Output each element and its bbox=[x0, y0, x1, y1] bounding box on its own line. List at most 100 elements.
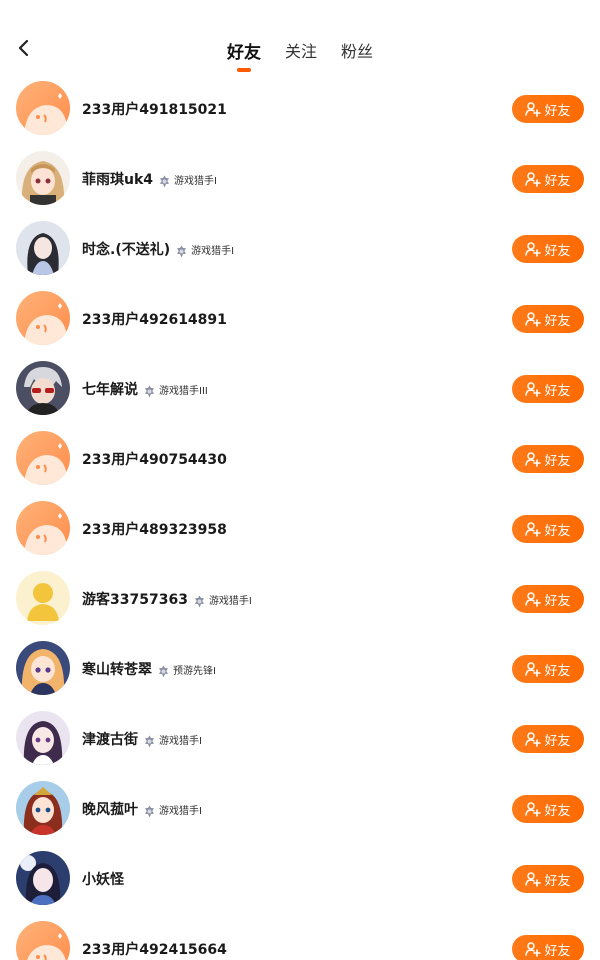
add-user-icon bbox=[525, 451, 542, 467]
add-user-icon bbox=[525, 101, 542, 117]
avatar[interactable] bbox=[16, 151, 70, 205]
user-info: 233用户489323958 bbox=[82, 494, 227, 564]
add-friend-label: 好友 bbox=[544, 733, 571, 749]
friend-row[interactable]: 时念.(不送礼) 游戏猎手I 好友 bbox=[0, 214, 600, 284]
header: 好友 关注 粉丝 bbox=[0, 24, 600, 76]
add-user-icon bbox=[525, 941, 542, 957]
tab-bar: 好友 关注 粉丝 bbox=[0, 24, 600, 76]
add-friend-label: 好友 bbox=[544, 313, 571, 329]
avatar[interactable] bbox=[16, 81, 70, 135]
tab-friends[interactable]: 好友 bbox=[215, 24, 273, 76]
user-name[interactable]: 小妖怪 bbox=[82, 869, 124, 889]
active-tab-indicator bbox=[236, 68, 251, 72]
badge-icon bbox=[157, 663, 170, 677]
level-badge: 游戏猎手I bbox=[143, 802, 202, 817]
avatar[interactable] bbox=[16, 921, 70, 960]
avatar[interactable] bbox=[16, 361, 70, 415]
add-friend-label: 好友 bbox=[544, 803, 571, 819]
add-user-icon bbox=[525, 381, 542, 397]
avatar[interactable] bbox=[16, 641, 70, 695]
add-friend-button[interactable]: 好友 bbox=[512, 305, 584, 333]
tab-fans[interactable]: 粉丝 bbox=[329, 24, 385, 76]
add-friend-button[interactable]: 好友 bbox=[512, 655, 584, 683]
friend-row[interactable]: 233用户491815021 好友 bbox=[0, 74, 600, 144]
tab-following[interactable]: 关注 bbox=[273, 24, 329, 76]
user-name[interactable]: 233用户492614891 bbox=[82, 309, 227, 329]
badge-icon bbox=[175, 243, 188, 257]
add-user-icon bbox=[525, 241, 542, 257]
avatar[interactable] bbox=[16, 431, 70, 485]
user-name[interactable]: 时念.(不送礼) bbox=[82, 239, 170, 259]
friend-row[interactable]: 233用户489323958 好友 bbox=[0, 494, 600, 564]
avatar[interactable] bbox=[16, 711, 70, 765]
add-friend-button[interactable]: 好友 bbox=[512, 865, 584, 893]
avatar[interactable] bbox=[16, 781, 70, 835]
user-info: 津渡古街 游戏猎手I bbox=[82, 704, 202, 774]
user-info: 寒山转苍翠 预游先锋I bbox=[82, 634, 216, 704]
avatar[interactable] bbox=[16, 501, 70, 555]
user-info: 晚风菰叶 游戏猎手I bbox=[82, 774, 202, 844]
user-name[interactable]: 七年解说 bbox=[82, 379, 138, 399]
friend-row[interactable]: 菲雨琪uk4 游戏猎手I 好友 bbox=[0, 144, 600, 214]
add-friend-button[interactable]: 好友 bbox=[512, 375, 584, 403]
user-info: 七年解说 游戏猎手III bbox=[82, 354, 208, 424]
avatar[interactable] bbox=[16, 851, 70, 905]
user-name[interactable]: 233用户492415664 bbox=[82, 939, 227, 959]
user-name[interactable]: 寒山转苍翠 bbox=[82, 659, 152, 679]
add-friend-button[interactable]: 好友 bbox=[512, 795, 584, 823]
badge-icon bbox=[193, 593, 206, 607]
badge-text: 游戏猎手III bbox=[159, 385, 208, 397]
add-friend-button[interactable]: 好友 bbox=[512, 165, 584, 193]
tab-fans-label: 粉丝 bbox=[341, 42, 374, 61]
add-friend-button[interactable]: 好友 bbox=[512, 585, 584, 613]
user-name[interactable]: 菲雨琪uk4 bbox=[82, 169, 153, 189]
badge-text: 游戏猎手I bbox=[159, 735, 202, 747]
user-name[interactable]: 晚风菰叶 bbox=[82, 799, 138, 819]
friend-row[interactable]: 游客33757363 游戏猎手I 好友 bbox=[0, 564, 600, 634]
user-name[interactable]: 津渡古街 bbox=[82, 729, 138, 749]
add-friend-button[interactable]: 好友 bbox=[512, 95, 584, 123]
level-badge: 预游先锋I bbox=[157, 662, 216, 677]
user-name[interactable]: 233用户489323958 bbox=[82, 519, 227, 539]
friend-row[interactable]: 晚风菰叶 游戏猎手I 好友 bbox=[0, 774, 600, 844]
friend-row[interactable]: 233用户490754430 好友 bbox=[0, 424, 600, 494]
add-friend-label: 好友 bbox=[544, 103, 571, 119]
back-button[interactable] bbox=[10, 34, 38, 62]
tab-friends-label: 好友 bbox=[226, 42, 261, 63]
add-friend-label: 好友 bbox=[544, 593, 571, 609]
user-name[interactable]: 游客33757363 bbox=[82, 589, 188, 609]
add-friend-label: 好友 bbox=[544, 663, 571, 679]
status-bar bbox=[0, 0, 600, 24]
avatar[interactable] bbox=[16, 291, 70, 345]
add-friend-button[interactable]: 好友 bbox=[512, 725, 584, 753]
friend-row[interactable]: 小妖怪 好友 bbox=[0, 844, 600, 914]
friend-row[interactable]: 233用户492614891 好友 bbox=[0, 284, 600, 354]
add-friend-label: 好友 bbox=[544, 453, 571, 469]
friend-row[interactable]: 七年解说 游戏猎手III 好友 bbox=[0, 354, 600, 424]
add-friend-button[interactable]: 好友 bbox=[512, 445, 584, 473]
add-friend-label: 好友 bbox=[544, 243, 571, 259]
friend-list: 233用户491815021 好友 菲雨琪uk4 游戏猎手I 好友 时念.(不送礼) 游戏猎… bbox=[0, 74, 600, 960]
add-user-icon bbox=[525, 871, 542, 887]
user-name[interactable]: 233用户491815021 bbox=[82, 99, 227, 119]
add-friend-button[interactable]: 好友 bbox=[512, 515, 584, 543]
avatar[interactable] bbox=[16, 571, 70, 625]
friend-row[interactable]: 津渡古街 游戏猎手I 好友 bbox=[0, 704, 600, 774]
add-friend-button[interactable]: 好友 bbox=[512, 935, 584, 960]
badge-icon bbox=[158, 173, 171, 187]
avatar[interactable] bbox=[16, 221, 70, 275]
badge-icon bbox=[143, 803, 156, 817]
user-info: 233用户491815021 bbox=[82, 74, 227, 144]
badge-text: 游戏猎手I bbox=[191, 245, 235, 257]
friend-row[interactable]: 寒山转苍翠 预游先锋I 好友 bbox=[0, 634, 600, 704]
add-user-icon bbox=[525, 731, 542, 747]
user-info: 菲雨琪uk4 游戏猎手I bbox=[82, 144, 217, 214]
level-badge: 游戏猎手III bbox=[143, 382, 208, 397]
friend-row[interactable]: 233用户492415664 好友 bbox=[0, 914, 600, 960]
user-name[interactable]: 233用户490754430 bbox=[82, 449, 227, 469]
user-info: 233用户492415664 bbox=[82, 914, 227, 960]
add-user-icon bbox=[525, 801, 542, 817]
user-info: 时念.(不送礼) 游戏猎手I bbox=[82, 214, 234, 284]
add-friend-button[interactable]: 好友 bbox=[512, 235, 584, 263]
badge-text: 游戏猎手I bbox=[159, 805, 202, 817]
